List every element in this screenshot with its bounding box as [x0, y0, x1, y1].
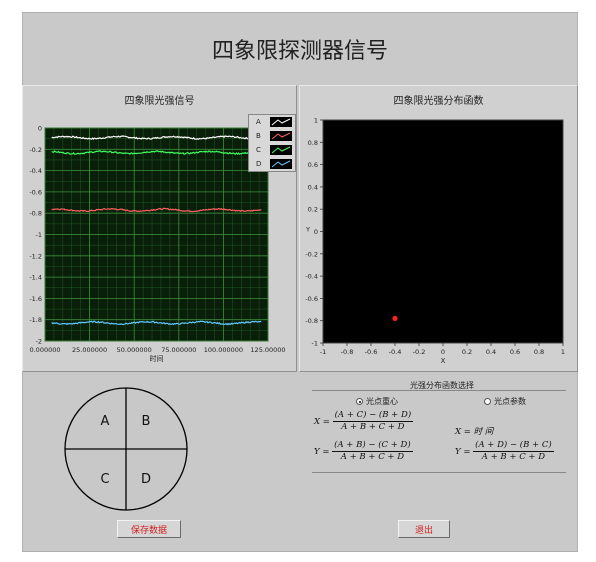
formula-y2-denominator: A + B + C + D [481, 452, 546, 462]
quadrant-detector: A B C D [64, 387, 188, 511]
legend-label-b: B [256, 132, 261, 140]
legend-item-a: A [249, 116, 295, 129]
formula-y2: Y = (A + D) − (B + C) A + B + C + D [455, 440, 554, 463]
formula-x-lhs: X = [314, 417, 330, 427]
distribution-panel: 四象限光强分布函数 [299, 85, 578, 372]
radio-params[interactable]: 光点参数 [484, 396, 526, 407]
legend-label-c: C [256, 146, 261, 154]
legend-swatch-d [270, 159, 292, 169]
quadrant-b-label: B [142, 414, 151, 429]
legend-item-b: B [249, 130, 295, 143]
formula-x-time: X = 时 间 [455, 427, 494, 437]
radio-centroid[interactable]: 光点重心 [356, 396, 398, 407]
save-data-button[interactable]: 保存数据 [117, 520, 181, 538]
distribution-panel-title: 四象限光强分布函数 [393, 95, 484, 107]
legend-swatch-c [270, 145, 292, 155]
selector-divider-bottom [312, 472, 566, 473]
formula-y2-numerator: (A + D) − (B + C) [473, 440, 554, 452]
exit-button[interactable]: 退出 [398, 520, 450, 538]
signal-panel-title: 四象限光强信号 [124, 95, 195, 107]
legend-swatch-a [270, 117, 292, 127]
page-title: 四象限探测器信号 [211, 39, 388, 64]
signal-legend: A B C D [248, 114, 296, 172]
legend-label-d: D [256, 160, 262, 168]
legend-swatch-b [270, 131, 292, 141]
formula-y-denominator: A + B + C + D [340, 452, 405, 462]
formula-x-numerator: (A + C) − (B + D) [332, 410, 414, 422]
legend-item-d: D [249, 158, 295, 171]
selector-title: 光强分布函数选择 [410, 381, 474, 390]
quadrant-d-label: D [141, 472, 151, 487]
legend-item-c: C [249, 144, 295, 157]
radio-label-centroid: 光点重心 [366, 397, 398, 406]
formula-y2-lhs: Y = [455, 447, 471, 457]
legend-label-a: A [256, 118, 261, 126]
quadrant-a-label: A [101, 414, 110, 429]
formula-y: Y = (A + B) − (C + D) A + B + C + D [314, 440, 413, 463]
radio-dot-params[interactable] [484, 398, 491, 405]
quadrant-c-label: C [100, 472, 109, 487]
formula-y-lhs: Y = [314, 447, 330, 457]
radio-label-params: 光点参数 [494, 397, 526, 406]
radio-dot-centroid[interactable] [356, 398, 363, 405]
formula-x: X = (A + C) − (B + D) A + B + C + D [314, 410, 414, 433]
formula-y-numerator: (A + B) − (C + D) [332, 440, 413, 452]
formula-x-denominator: A + B + C + D [341, 422, 405, 432]
